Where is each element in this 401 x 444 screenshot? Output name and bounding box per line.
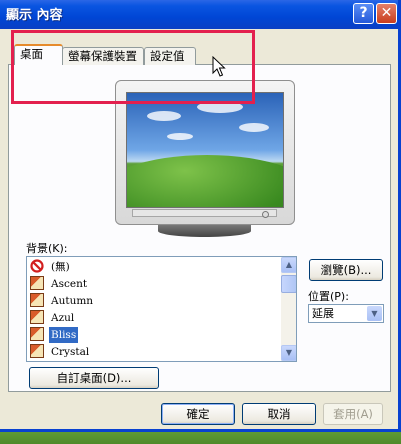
list-item-label: Azul — [51, 312, 75, 324]
list-item-label: Bliss — [49, 327, 79, 343]
image-file-icon — [30, 344, 44, 358]
help-button[interactable]: ? — [353, 3, 374, 24]
monitor-bezel-strip — [132, 209, 277, 217]
background-list[interactable]: (無) Ascent Autumn Azul Bliss Crystal ▲ ▼ — [26, 256, 297, 362]
customize-desktop-button[interactable]: 自訂桌面(D)... — [29, 367, 159, 389]
wallpaper-preview — [126, 92, 284, 208]
list-scrollbar[interactable]: ▲ ▼ — [281, 257, 296, 361]
list-item[interactable]: Autumn — [30, 293, 275, 309]
desktop-background-strip — [0, 432, 401, 444]
list-item[interactable]: (無) — [30, 259, 275, 275]
background-label: 背景(K): — [26, 242, 68, 255]
monitor-power-led — [262, 211, 269, 218]
none-icon — [30, 259, 44, 273]
scroll-thumb[interactable] — [281, 275, 296, 293]
apply-button[interactable]: 套用(A) — [323, 403, 383, 425]
cancel-button[interactable]: 取消 — [242, 403, 316, 425]
list-item-label: Ascent — [51, 278, 88, 290]
list-item-label: Autumn — [51, 295, 94, 307]
browse-button[interactable]: 瀏覽(B)... — [309, 259, 383, 281]
title-bar[interactable]: 顯示 內容 ? ✕ — [0, 0, 398, 29]
scroll-down-icon[interactable]: ▼ — [281, 345, 296, 361]
mouse-cursor-icon — [212, 56, 226, 77]
list-item[interactable]: Crystal — [30, 344, 275, 360]
list-item-label: (無) — [51, 261, 70, 273]
list-item-label: Crystal — [51, 346, 90, 358]
close-button[interactable]: ✕ — [376, 3, 397, 24]
scroll-up-icon[interactable]: ▲ — [281, 257, 296, 273]
image-file-icon — [30, 293, 44, 307]
list-item-selected[interactable]: Bliss — [30, 327, 275, 343]
image-file-icon — [30, 327, 44, 341]
list-item[interactable]: Ascent — [30, 276, 275, 292]
position-label: 位置(P): — [308, 290, 349, 303]
position-select-value: 延展 — [312, 307, 334, 320]
image-file-icon — [30, 276, 44, 290]
display-properties-window: 顯示 內容 ? ✕ 桌面 螢幕保護裝置 設定值 背景(K): (無) Ascen — [0, 0, 401, 432]
ok-button[interactable]: 確定 — [161, 403, 235, 425]
chevron-down-icon[interactable]: ▼ — [367, 306, 382, 321]
image-file-icon — [30, 310, 44, 324]
window-title: 顯示 內容 — [6, 8, 63, 23]
list-item[interactable]: Azul — [30, 310, 275, 326]
monitor-stand — [158, 225, 251, 237]
position-select[interactable]: 延展 ▼ — [308, 304, 384, 323]
